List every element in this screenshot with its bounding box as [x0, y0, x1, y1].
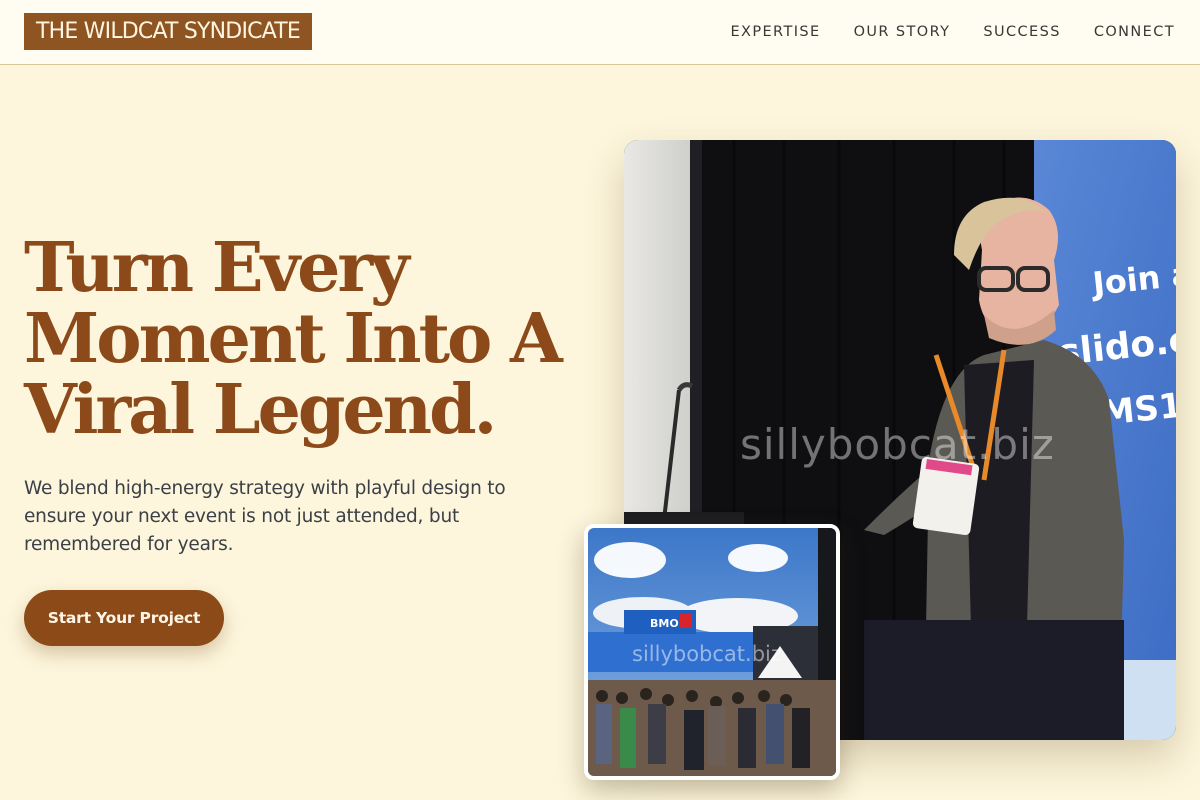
hero-headline-line-1: Turn Every	[24, 228, 410, 308]
start-project-button[interactable]: Start Your Project	[24, 590, 224, 646]
nav-link-our-story[interactable]: OUR STORY	[854, 22, 951, 42]
nav-link-expertise[interactable]: EXPERTISE	[730, 22, 820, 42]
small-image-watermark: sillybobcat.biz	[632, 642, 782, 666]
main-nav: EXPERTISE OUR STORY SUCCESS CONNECT	[697, 22, 1175, 42]
main-image-watermark: sillybobcat.biz	[740, 420, 1055, 469]
site-header: THE WILDCAT SYNDICATE EXPERTISE OUR STOR…	[0, 0, 1200, 65]
nav-link-success[interactable]: SUCCESS	[983, 22, 1060, 42]
nav-link-connect[interactable]: CONNECT	[1094, 22, 1175, 42]
bmo-sign-text: BMO	[650, 617, 679, 630]
brand-logo[interactable]: THE WILDCAT SYNDICATE	[24, 13, 312, 50]
hero-headline-line-3: Viral Legend.	[24, 370, 497, 450]
hero-subtitle: We blend high-energy strategy with playf…	[24, 478, 506, 555]
hero-headline-line-2: Moment Into A	[24, 299, 563, 379]
hero-headline: Turn Every Moment Into A Viral Legend.	[24, 233, 584, 446]
